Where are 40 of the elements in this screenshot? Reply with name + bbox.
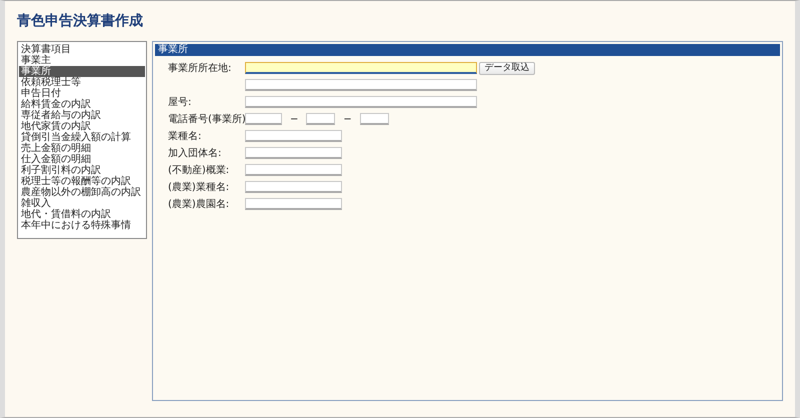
text-field[interactable]: [245, 79, 477, 91]
sidebar-item[interactable]: 専従者給与の内訳: [19, 110, 145, 121]
text-field[interactable]: [245, 198, 342, 210]
dash-separator: −: [343, 114, 352, 124]
text-field[interactable]: [245, 181, 342, 193]
sidebar-item[interactable]: 仕入金額の明細: [19, 154, 145, 165]
field-label: 事業所所在地:: [168, 62, 232, 75]
sidebar-item[interactable]: 税理士等の報酬等の内訳: [19, 176, 145, 187]
sidebar-item[interactable]: 決算書項目: [19, 44, 145, 55]
sidebar-item[interactable]: 売上金額の明細: [19, 143, 145, 154]
text-field[interactable]: [245, 113, 282, 125]
sidebar-item[interactable]: 利子割引料の内訳: [19, 165, 145, 176]
text-field[interactable]: [360, 113, 389, 125]
sidebar-item[interactable]: 地代家賃の内訳: [19, 121, 145, 132]
text-field[interactable]: [245, 164, 342, 176]
sidebar-item[interactable]: 農産物以外の棚卸高の内訳: [19, 187, 145, 198]
field-label: (農業)農園名:: [168, 198, 230, 211]
panel-header: 事業所: [155, 44, 780, 56]
text-field[interactable]: [245, 62, 477, 74]
sidebar-item[interactable]: 事業所: [19, 66, 145, 77]
sidebar-item[interactable]: 本年中における特殊事情: [19, 220, 145, 231]
sidebar-item[interactable]: 給料賃金の内訳: [19, 99, 145, 110]
sidebar-item[interactable]: 申告日付: [19, 88, 145, 99]
text-field[interactable]: [245, 147, 342, 159]
sidebar-item[interactable]: 事業主: [19, 55, 145, 66]
import-data-button[interactable]: データ取込: [479, 62, 535, 74]
field-label: 加入団体名:: [168, 146, 222, 160]
window-title: 青色申告決算書作成: [17, 12, 144, 31]
text-field[interactable]: [245, 130, 342, 142]
field-label: (不動産)概業:: [168, 164, 230, 177]
field-label: 業種名:: [168, 130, 202, 143]
sidebar-item[interactable]: 依頼税理士等: [19, 77, 145, 88]
field-label: 屋号:: [168, 96, 192, 109]
sidebar-item[interactable]: 雑収入: [19, 198, 145, 209]
sidebar-item[interactable]: 貸倒引当金繰入額の計算: [19, 132, 145, 143]
field-label: (農業)業種名:: [168, 180, 230, 194]
text-field[interactable]: [306, 113, 336, 125]
dash-separator: −: [290, 114, 298, 124]
text-field[interactable]: [245, 96, 477, 108]
sidebar-item[interactable]: 地代・賃借料の内訳: [19, 209, 145, 220]
